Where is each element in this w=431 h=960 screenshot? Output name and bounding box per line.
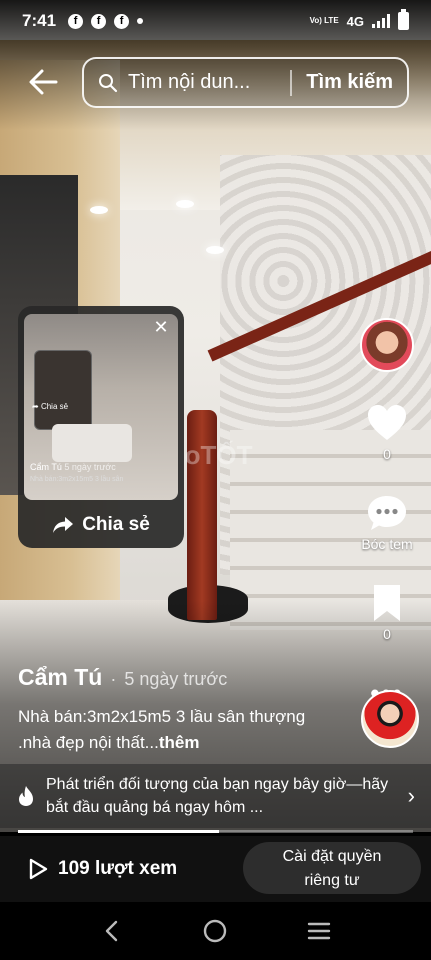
- views-count: 109 lượt xem: [58, 858, 178, 879]
- action-column: 0 Bóc tem 0 •••: [353, 318, 421, 709]
- preview-sofa: [52, 424, 132, 462]
- chevron-right-icon: ›: [407, 783, 415, 808]
- video-progress-bar[interactable]: [18, 830, 413, 833]
- video-progress-fill: [18, 830, 220, 833]
- search-divider: [290, 69, 293, 96]
- nav-home-icon[interactable]: [200, 916, 230, 946]
- ceiling-light: [90, 206, 108, 214]
- status-indicators: Vo) LTE 4G: [309, 9, 409, 30]
- save-button[interactable]: 0: [366, 584, 408, 642]
- volte-indicator: Vo) LTE: [309, 16, 339, 25]
- facebook-icon: f: [91, 13, 107, 29]
- close-icon[interactable]: ✕: [150, 316, 172, 338]
- fire-icon: [19, 786, 33, 806]
- back-arrow-icon[interactable]: [26, 64, 62, 100]
- heart-icon: [368, 405, 406, 440]
- search-bar[interactable]: Tìm nội dun... Tìm kiếm: [82, 57, 409, 108]
- facebook-icon: f: [68, 13, 84, 29]
- comment-label: Bóc tem: [361, 536, 413, 552]
- ceiling-light: [176, 200, 194, 208]
- facebook-icon: f: [114, 13, 130, 29]
- nav-recents-icon[interactable]: [304, 916, 334, 946]
- preview-share-label: ➦ Chia sẻ: [32, 402, 69, 411]
- author-name[interactable]: Cẩm Tú: [18, 664, 102, 691]
- preview-inner-thumbnail: [34, 350, 92, 430]
- comment-button[interactable]: Bóc tem: [361, 494, 413, 552]
- like-button[interactable]: 0: [366, 404, 408, 462]
- preview-author: Cẩm Tú 5 ngày trước: [30, 462, 116, 472]
- status-time: 7:41: [22, 11, 57, 30]
- share-popup[interactable]: ✕ ➦ Chia sẻ Cẩm Tú 5 ngày trước Nhà bán:…: [18, 306, 184, 548]
- post-meta: Cẩm Tú · 5 ngày trước: [18, 664, 227, 691]
- post-separator: ·: [110, 669, 117, 689]
- privacy-settings-button[interactable]: Cài đặt quyền riêng tư: [243, 842, 421, 894]
- share-arrow-icon: [53, 517, 74, 533]
- promote-text: Phát triển đối tượng của bạn ngay bây gi…: [46, 776, 389, 816]
- like-count: 0: [383, 446, 391, 462]
- views-button[interactable]: 109 lượt xem: [28, 858, 177, 880]
- search-button[interactable]: Tìm kiếm: [306, 71, 393, 94]
- preview-description: Nhà bán:3m2x15m5 3 lầu sân: [30, 476, 124, 483]
- bottom-bar: 109 lượt xem Cài đặt quyền riêng tư: [0, 836, 431, 902]
- music-avatar[interactable]: [361, 690, 419, 748]
- post-time: 5 ngày trước: [124, 669, 228, 689]
- privacy-label-line1: Cài đặt quyền: [282, 848, 382, 865]
- play-icon: [29, 858, 48, 880]
- network-type: 4G: [346, 13, 364, 29]
- bookmark-icon: [374, 585, 400, 621]
- comment-icon: [367, 496, 406, 530]
- caption-more-link[interactable]: thêm: [159, 733, 200, 752]
- status-bar: 7:41 f f f Vo) LTE 4G: [0, 0, 431, 42]
- ceiling-light: [206, 246, 224, 254]
- post-caption[interactable]: Nhà bán:3m2x15m5 3 lầu sân thượng .nhà đ…: [18, 704, 328, 756]
- battery-icon: [398, 9, 409, 30]
- search-icon: [99, 73, 118, 92]
- privacy-label-line2: riêng tư: [304, 872, 360, 889]
- save-count: 0: [383, 626, 391, 642]
- share-label: Chia sẻ: [82, 514, 150, 535]
- search-input[interactable]: Tìm nội dun...: [128, 71, 276, 94]
- creator-avatar[interactable]: [360, 318, 414, 372]
- more-notifications-icon: [137, 18, 144, 24]
- system-nav-bar: [0, 902, 431, 960]
- signal-icon: [372, 14, 390, 28]
- promote-banner[interactable]: Phát triển đối tượng của bạn ngay bây gi…: [0, 764, 431, 828]
- nav-back-icon[interactable]: [97, 916, 127, 946]
- share-button[interactable]: Chia sẻ: [18, 502, 184, 548]
